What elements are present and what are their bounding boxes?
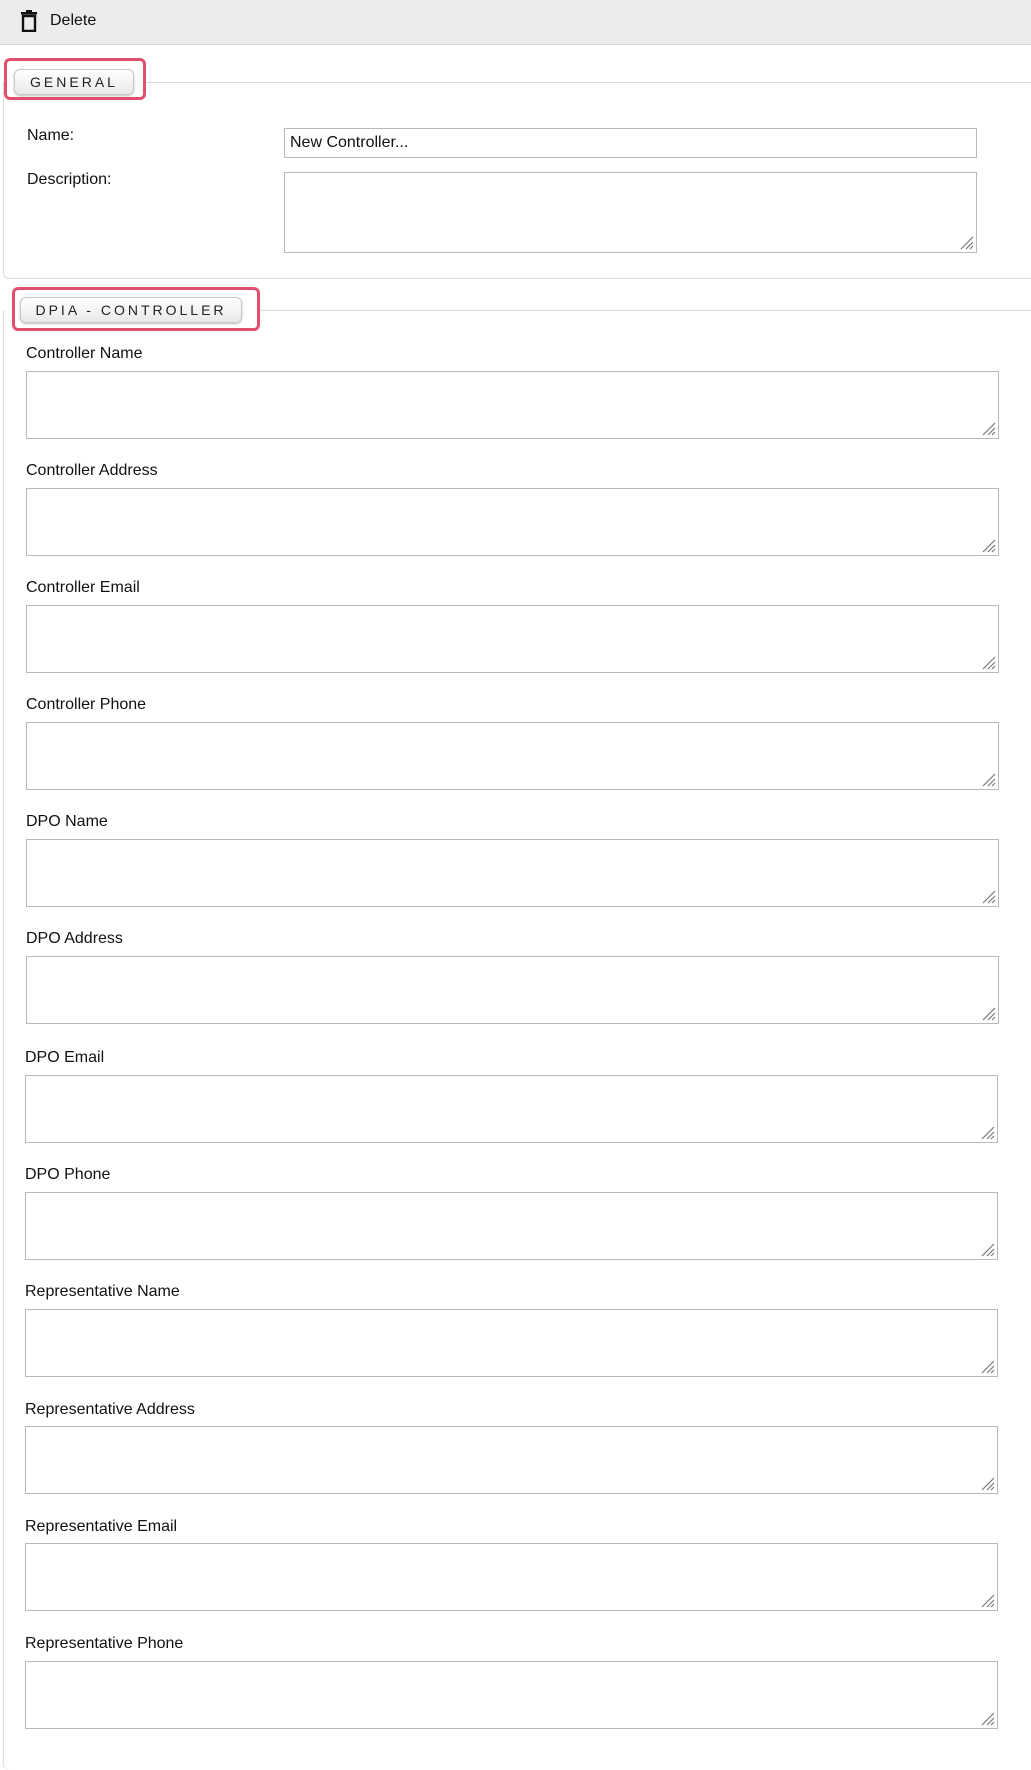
dpo-phone-field[interactable] [25,1192,998,1260]
delete-button-label: Delete [50,12,97,29]
representative-phone-label: Representative Phone [25,1635,184,1652]
representative-email-label: Representative Email [25,1518,178,1535]
description-textarea[interactable] [285,173,976,252]
representative-name-field[interactable] [25,1309,998,1377]
controller-name-textarea[interactable] [27,372,998,438]
name-label: Name: [27,127,75,144]
dpo-address-field[interactable] [26,956,999,1024]
representative-address-textarea[interactable] [26,1427,997,1493]
controller-address-field[interactable] [26,488,999,556]
controller-name-label: Controller Name [26,345,143,362]
name-input[interactable] [284,128,977,158]
dpo-phone-label: DPO Phone [25,1166,111,1183]
controller-address-textarea[interactable] [27,489,998,555]
description-label: Description: [27,171,112,188]
controller-address-label: Controller Address [26,462,158,479]
delete-button[interactable]: Delete [20,8,96,34]
representative-email-field[interactable] [25,1543,998,1611]
general-legend[interactable]: GENERAL [14,69,134,95]
controller-legend[interactable]: DPIA - CONTROLLER [20,297,242,323]
controller-phone-label: Controller Phone [26,696,147,713]
representative-address-field[interactable] [25,1426,998,1494]
dpo-name-label: DPO Name [26,813,108,830]
dpo-address-label: DPO Address [26,930,123,947]
representative-phone-field[interactable] [25,1661,998,1729]
representative-email-textarea[interactable] [26,1544,997,1610]
representative-phone-textarea[interactable] [26,1662,997,1728]
description-field[interactable] [284,172,977,253]
controller-name-field[interactable] [26,371,999,439]
dpo-email-textarea[interactable] [26,1076,997,1142]
dpo-email-label: DPO Email [25,1049,105,1066]
controller-phone-field[interactable] [26,722,999,790]
representative-name-textarea[interactable] [26,1310,997,1376]
trash-icon [20,10,38,33]
controller-email-field[interactable] [26,605,999,673]
controller-email-label: Controller Email [26,579,140,596]
representative-address-label: Representative Address [25,1401,195,1418]
representative-name-label: Representative Name [25,1283,180,1300]
controller-email-textarea[interactable] [27,606,998,672]
controller-phone-textarea[interactable] [27,723,998,789]
dpo-name-field[interactable] [26,839,999,907]
dpo-phone-textarea[interactable] [26,1193,997,1259]
dpo-name-textarea[interactable] [27,840,998,906]
dpo-email-field[interactable] [25,1075,998,1143]
dpo-address-textarea[interactable] [27,957,998,1023]
toolbar: Delete [0,0,1031,45]
